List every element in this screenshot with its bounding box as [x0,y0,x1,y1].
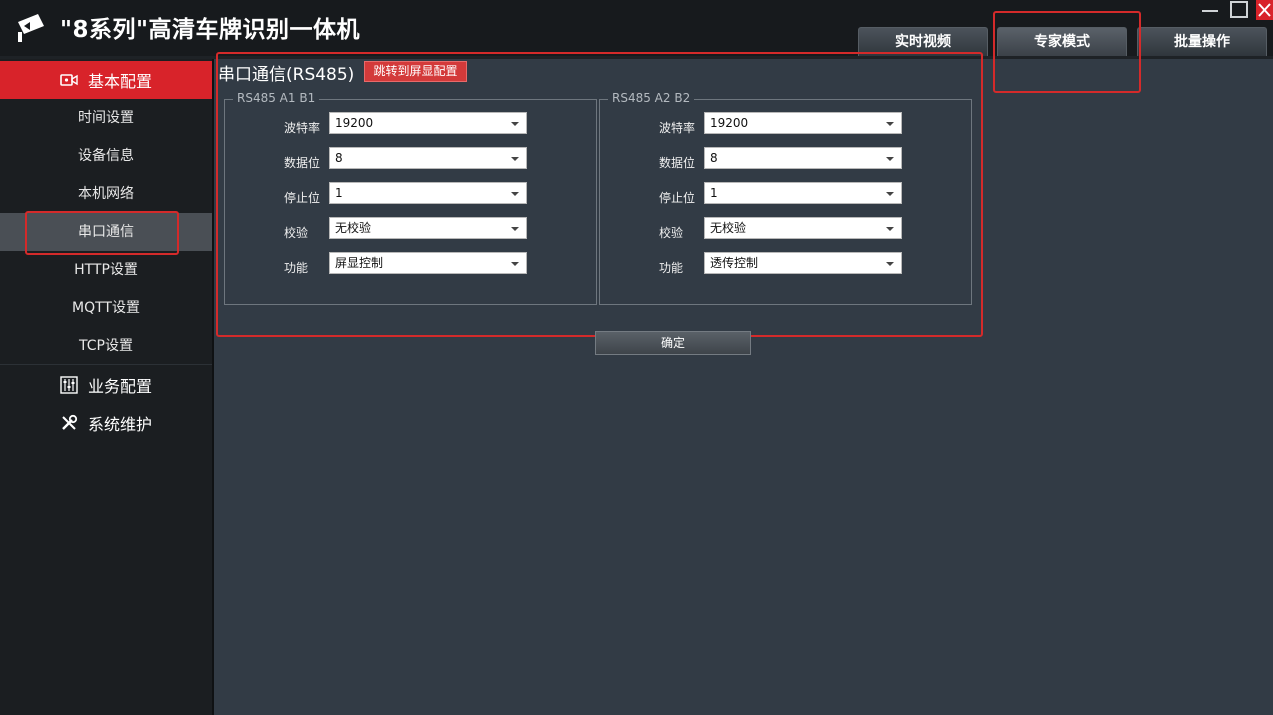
sidebar-section-system-maintenance[interactable]: 系统维护 [0,404,212,442]
group-legend: RS485 A1 B1 [233,91,320,105]
stop-bits-value: 1 [710,186,718,200]
sidebar-divider [0,364,212,365]
function-select[interactable]: 屏显控制 [329,252,527,274]
app-logo-icon [18,14,44,42]
data-bits-label: 数据位 [284,156,321,170]
chevron-down-icon [886,227,894,231]
sidebar-item-mqtt[interactable]: MQTT设置 [0,289,212,327]
data-bits-label: 数据位 [659,156,696,170]
function-label: 功能 [659,261,684,275]
stop-bits-label: 停止位 [659,191,696,205]
parity-value: 无校验 [710,221,747,235]
title-bar: "8系列"高清车牌识别一体机 实时视频 专家模式 批量操作 [0,0,1273,57]
stop-bits-value: 1 [335,186,343,200]
tab-live-video[interactable]: 实时视频 [858,27,988,57]
rs485-a1-b1-group: RS485 A1 B1 波特率 19200 数据位 8 停止位 1 校验 无校验… [224,91,597,305]
stop-bits-select[interactable]: 1 [704,182,902,204]
chevron-down-icon [886,262,894,266]
page-title: 串口通信(RS485) [218,65,355,85]
stop-bits-label: 停止位 [284,191,321,205]
close-icon[interactable] [1256,0,1273,20]
sidebar-item-device-info[interactable]: 设备信息 [0,137,212,175]
parity-label: 校验 [284,226,309,240]
chevron-down-icon [511,262,519,266]
parity-select[interactable]: 无校验 [329,217,527,239]
rs485-a2-b2-group: RS485 A2 B2 波特率 19200 数据位 8 停止位 1 校验 无校验… [599,91,972,305]
tab-batch-operation[interactable]: 批量操作 [1137,27,1267,57]
baud-rate-label: 波特率 [659,121,696,135]
chevron-down-icon [886,192,894,196]
sidebar-item-time[interactable]: 时间设置 [0,99,212,137]
chevron-down-icon [511,192,519,196]
sidebar-section-label: 业务配置 [87,377,152,396]
function-label: 功能 [284,261,309,275]
chevron-down-icon [511,227,519,231]
chevron-down-icon [886,157,894,161]
stop-bits-select[interactable]: 1 [329,182,527,204]
sidebar: 基本配置 时间设置 设备信息 本机网络 串口通信 HTTP设置 MQTT设置 T… [0,59,214,715]
baud-rate-select[interactable]: 19200 [329,112,527,134]
function-select[interactable]: 透传控制 [704,252,902,274]
data-bits-value: 8 [710,151,718,165]
baud-rate-value: 19200 [710,116,749,130]
video-camera-icon [60,74,78,86]
parity-select[interactable]: 无校验 [704,217,902,239]
sidebar-section-basic-config[interactable]: 基本配置 [0,61,212,99]
parity-label: 校验 [659,226,684,240]
baud-rate-value: 19200 [335,116,374,130]
sidebar-item-serial[interactable]: 串口通信 [0,213,212,251]
data-bits-value: 8 [335,151,343,165]
chevron-down-icon [511,122,519,126]
sidebar-section-label: 系统维护 [87,415,152,434]
sliders-icon [60,376,78,394]
function-value: 屏显控制 [335,256,384,270]
chevron-down-icon [886,122,894,126]
ok-button[interactable]: 确定 [595,331,751,355]
minimize-icon[interactable] [1199,0,1221,20]
baud-rate-label: 波特率 [284,121,321,135]
data-bits-select[interactable]: 8 [329,147,527,169]
sidebar-item-network[interactable]: 本机网络 [0,175,212,213]
function-value: 透传控制 [710,256,759,270]
parity-value: 无校验 [335,221,372,235]
baud-rate-select[interactable]: 19200 [704,112,902,134]
sidebar-item-tcp[interactable]: TCP设置 [0,327,212,365]
data-bits-select[interactable]: 8 [704,147,902,169]
tab-expert-mode[interactable]: 专家模式 [997,27,1127,57]
group-legend: RS485 A2 B2 [608,91,695,105]
maximize-icon[interactable] [1229,0,1251,20]
app-title: "8系列"高清车牌识别一体机 [60,17,360,43]
sidebar-item-http[interactable]: HTTP设置 [0,251,212,289]
sidebar-section-business-config[interactable]: 业务配置 [0,366,212,404]
sidebar-section-label: 基本配置 [87,72,152,91]
jump-to-display-config-button[interactable]: 跳转到屏显配置 [364,61,467,82]
chevron-down-icon [511,157,519,161]
wrench-icon [62,414,78,430]
